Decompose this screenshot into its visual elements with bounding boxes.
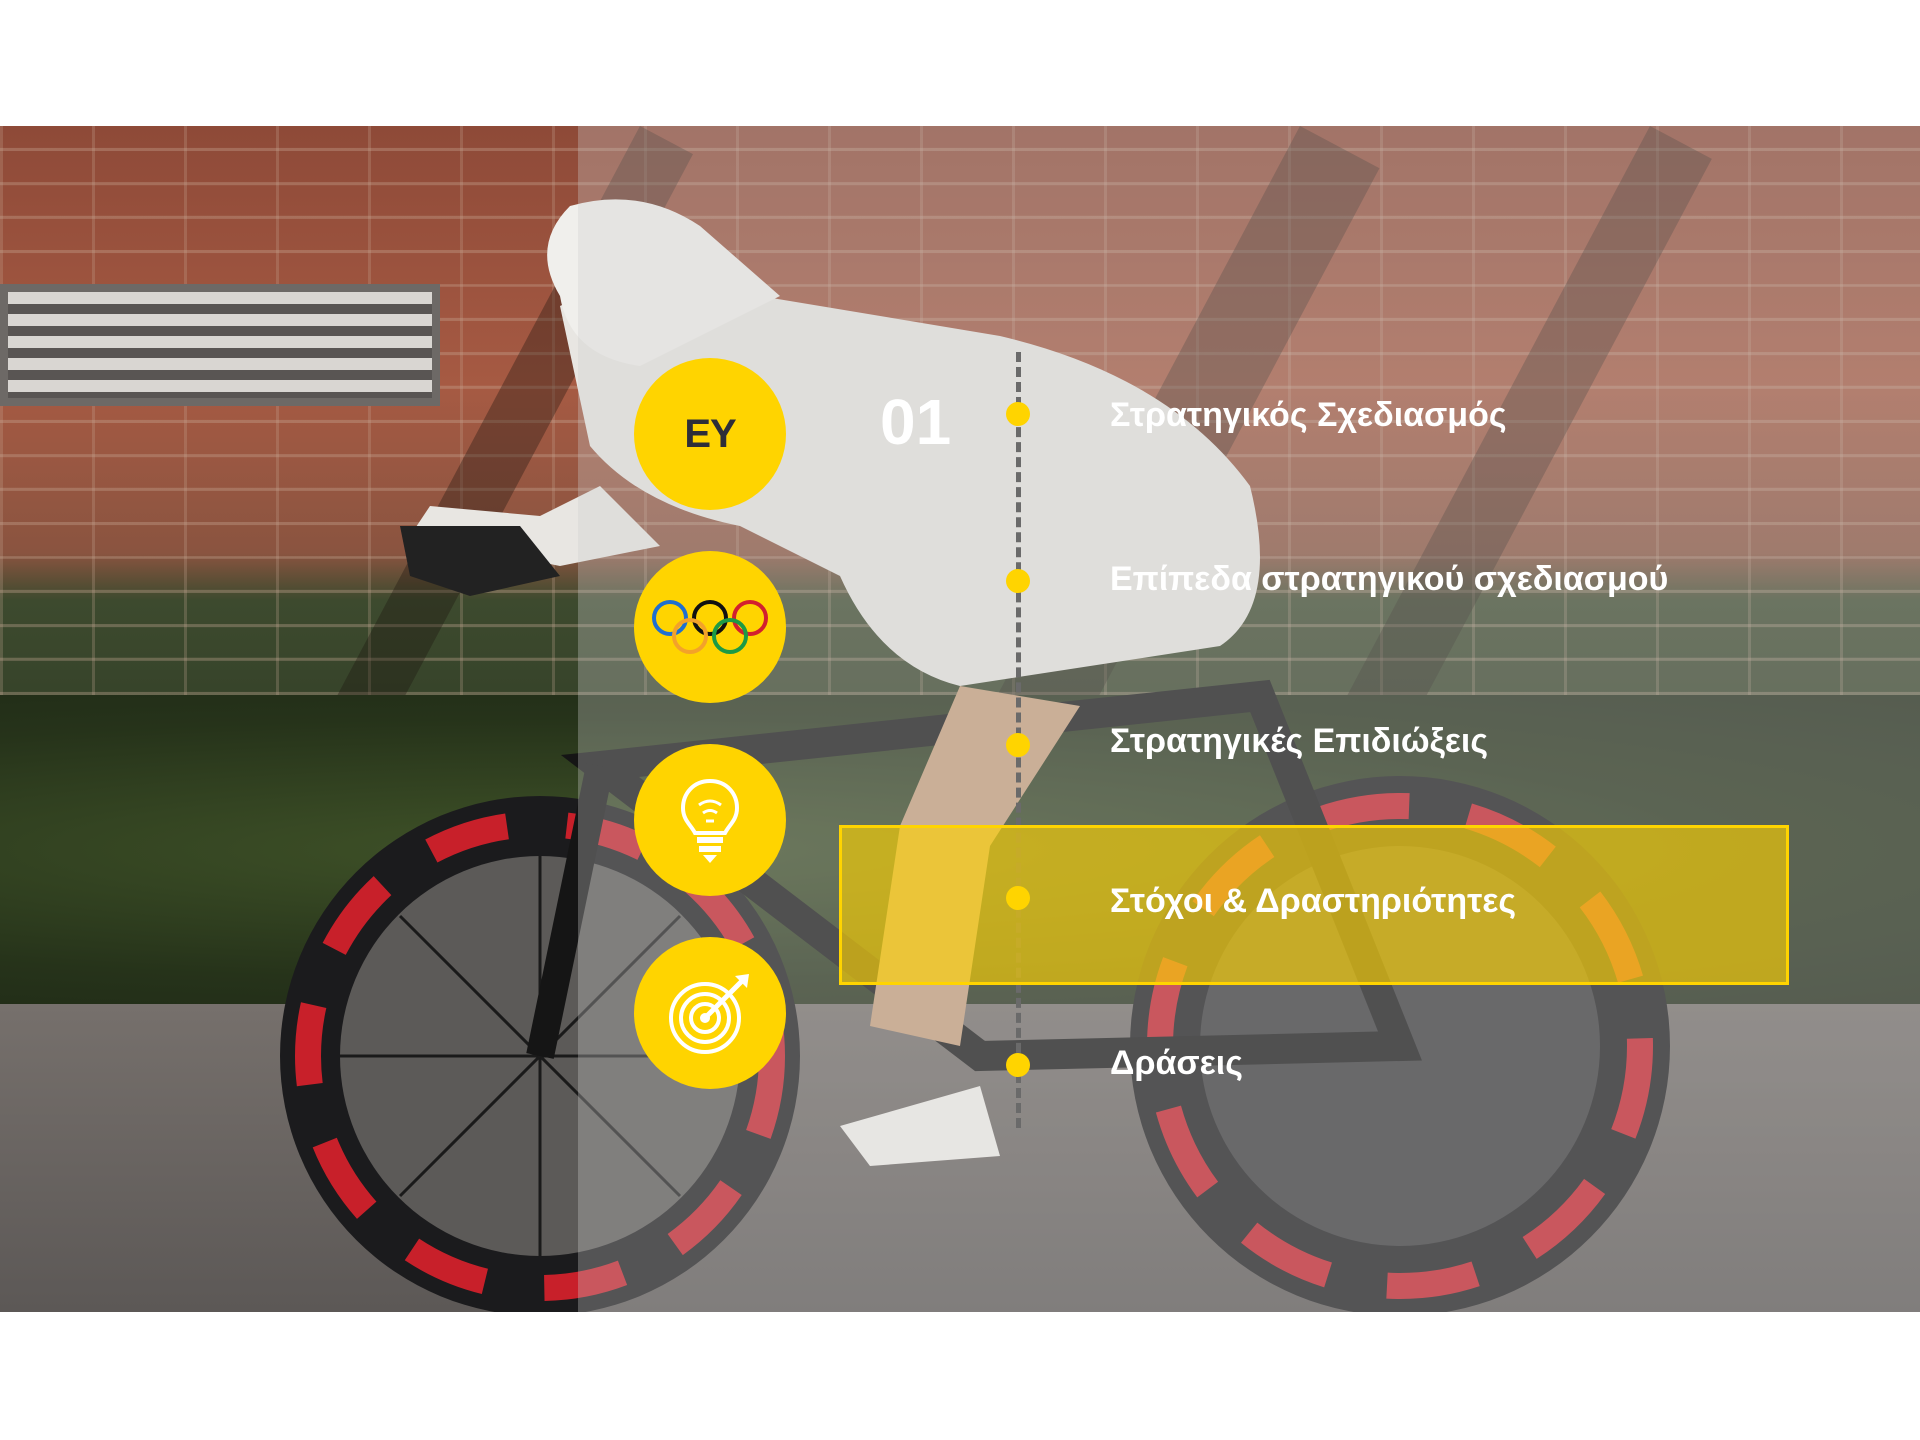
menu-item-actions[interactable]: Δράσεις <box>1110 1044 1243 1083</box>
olympic-rings-icon <box>634 551 786 703</box>
menu-item-planning-levels[interactable]: Επίπεδα στρατηγικού σχεδιασμού <box>1110 560 1668 599</box>
timeline-dot <box>1006 886 1030 910</box>
target-icon <box>634 937 786 1089</box>
menu-item-strategic-objectives[interactable]: Στρατηγικές Επιδιώξεις <box>1110 722 1488 761</box>
timeline-dot <box>1006 733 1030 757</box>
timeline-dot <box>1006 402 1030 426</box>
ey-logo-text: EY <box>684 411 736 456</box>
ey-logo: EY <box>634 358 786 510</box>
section-number: 01 <box>880 386 952 458</box>
menu-item-strategic-planning[interactable]: Στρατηγικός Σχεδιασμός <box>1110 396 1507 435</box>
menu-item-goals-activities[interactable]: Στόχοι & Δραστηριότητες <box>1110 882 1516 921</box>
content-overlay <box>578 126 1920 1312</box>
timeline-dot <box>1006 1053 1030 1077</box>
timeline-dot <box>1006 569 1030 593</box>
lightbulb-icon <box>634 744 786 896</box>
